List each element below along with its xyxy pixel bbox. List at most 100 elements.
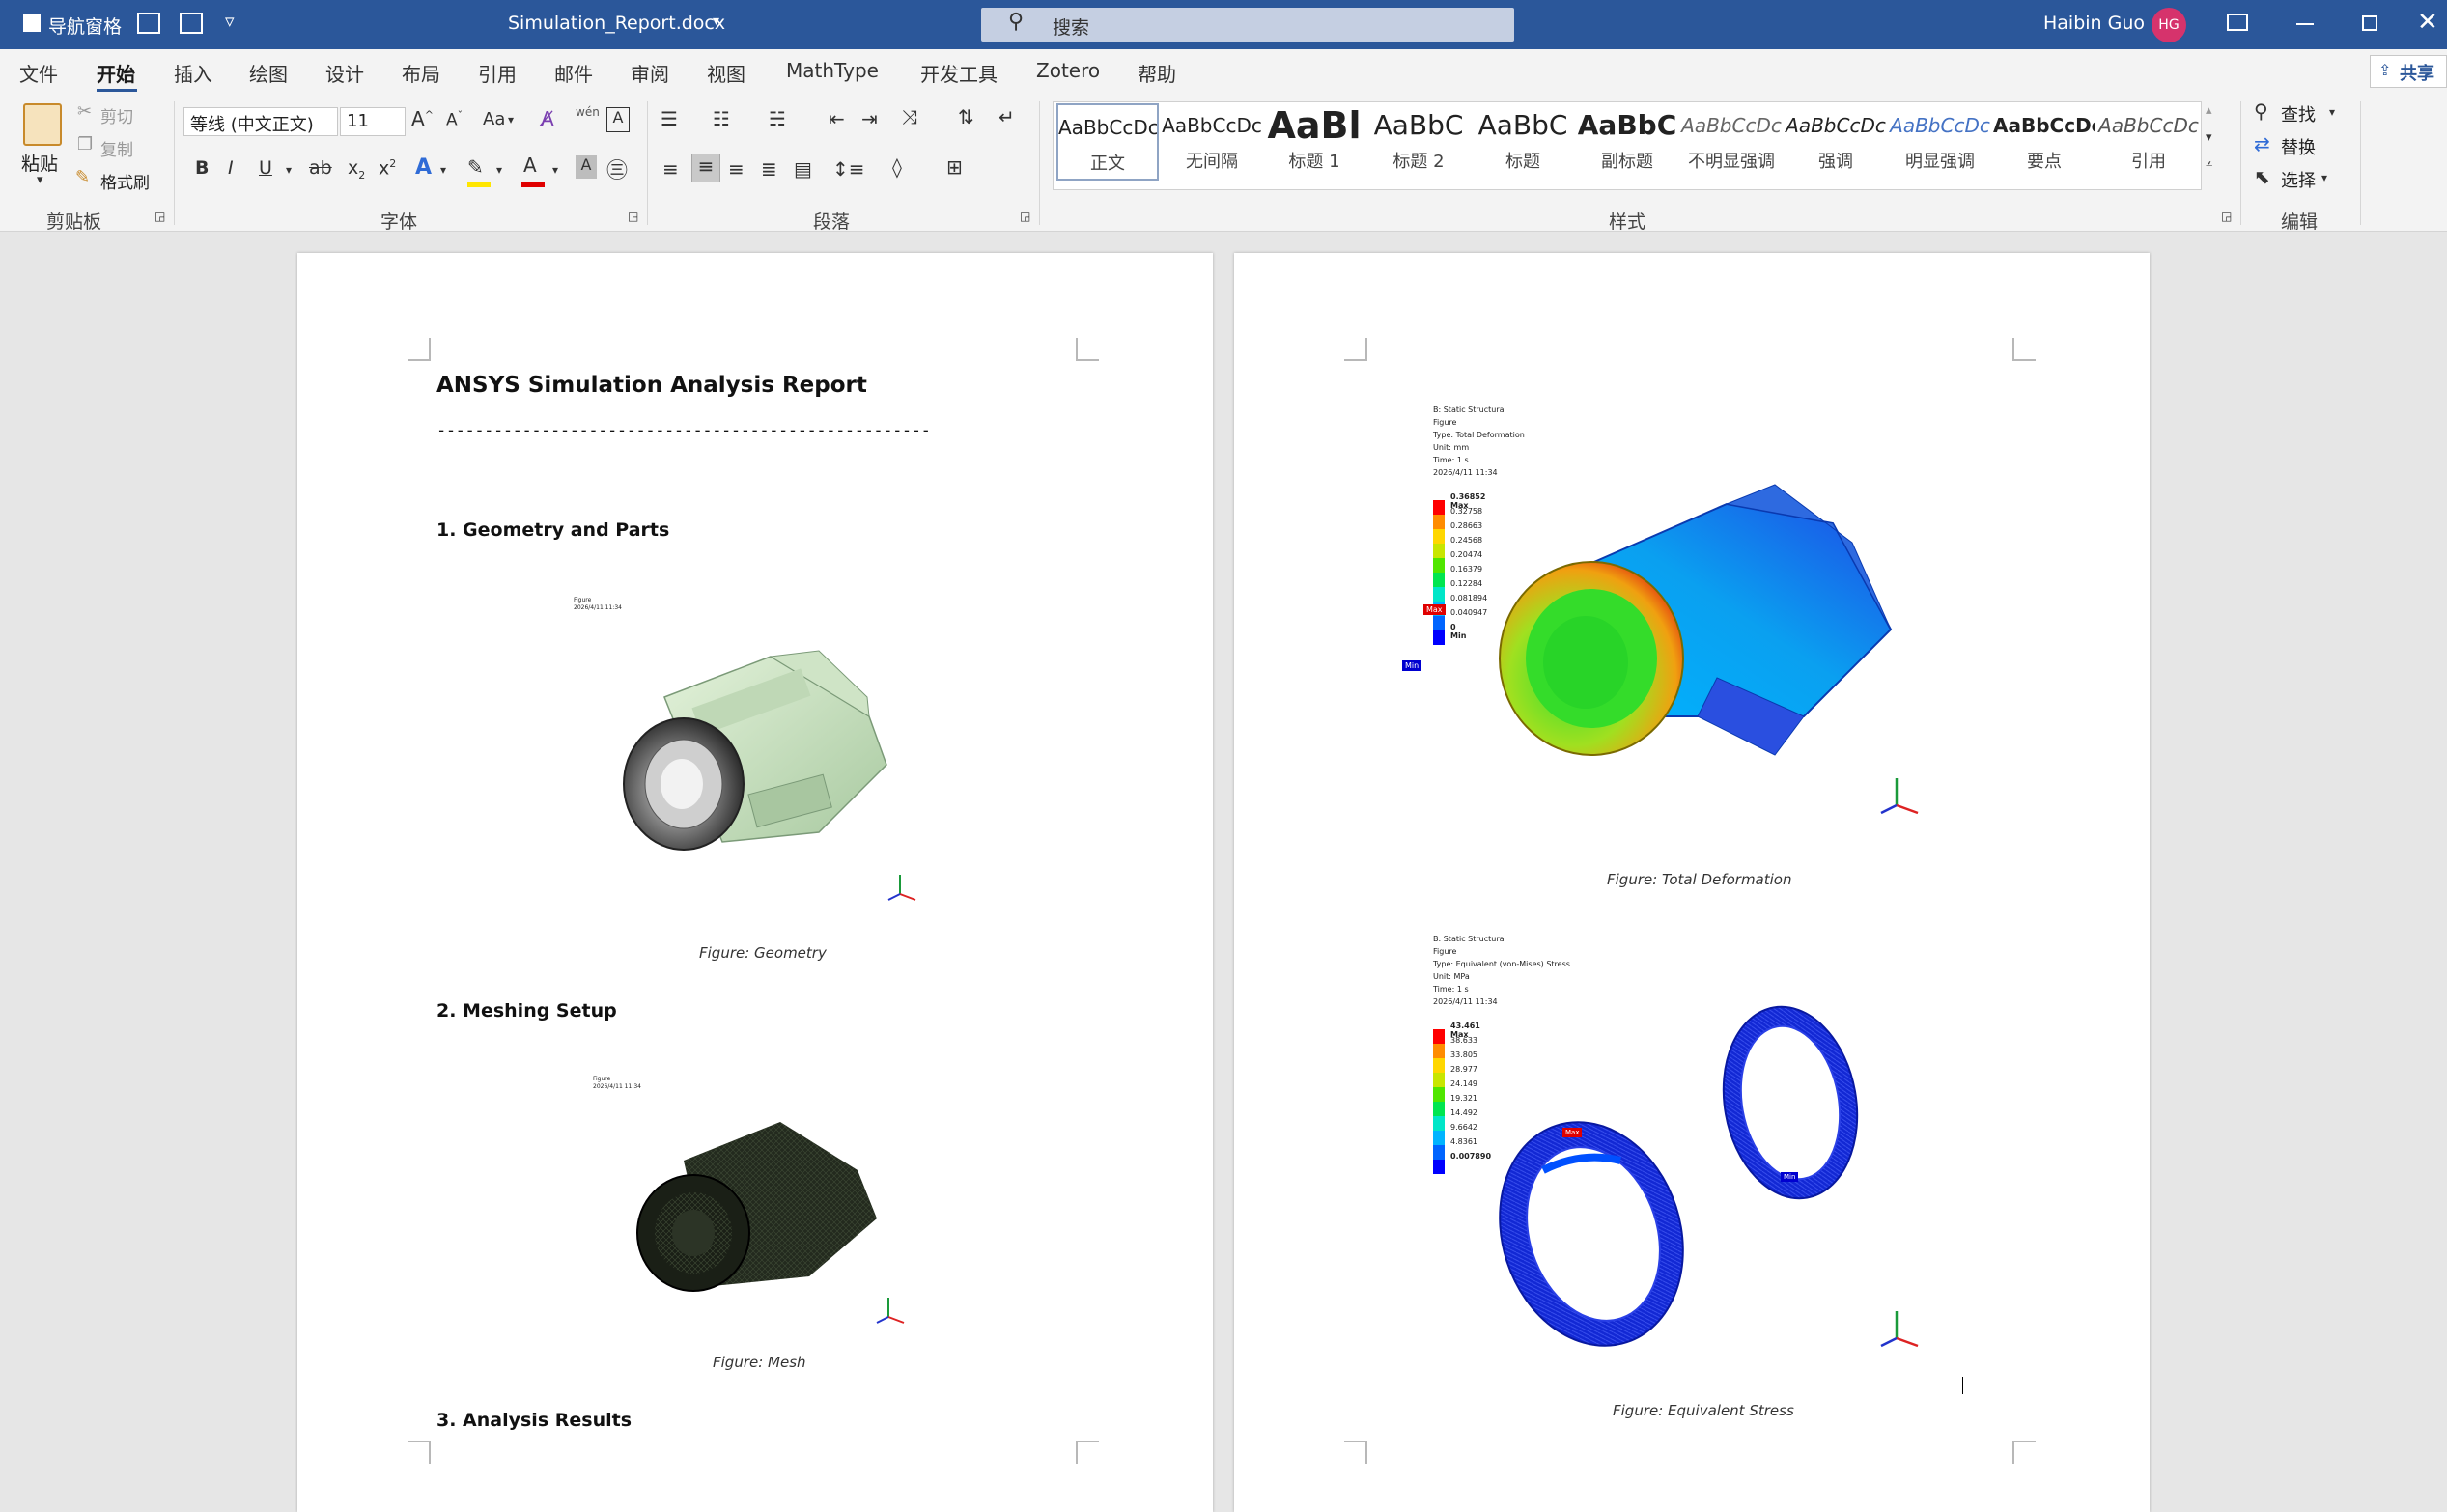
format-painter-icon[interactable]: ✎	[75, 167, 90, 187]
clipboard-launcher-icon[interactable]: ◲	[155, 210, 165, 223]
text-effects-icon[interactable]: A	[415, 155, 432, 180]
nav-pane-checkbox[interactable]	[23, 14, 41, 32]
shrink-font-icon[interactable]: Aˇ	[446, 109, 463, 130]
cut-button[interactable]: 剪切	[100, 103, 133, 127]
style-intense-emphasis[interactable]: AaBbCcDc 明显强调	[1889, 103, 1991, 181]
increase-indent-icon[interactable]: ⇥	[861, 107, 878, 130]
align-right-icon[interactable]: ≡	[728, 157, 745, 181]
character-border-icon[interactable]: A	[606, 107, 630, 132]
style-normal[interactable]: AaBbCcDc 正文	[1056, 103, 1159, 181]
layout-icon[interactable]	[180, 13, 203, 34]
shading-icon[interactable]: ◊	[892, 155, 902, 179]
phonetic-guide-icon[interactable]: wén	[576, 105, 600, 119]
chevron-down-icon[interactable]: ▾	[552, 163, 558, 177]
tab-layout[interactable]: 布局	[402, 59, 440, 87]
divider-line[interactable]: ----------------------------------------…	[436, 421, 931, 440]
figure-caption[interactable]: Figure: Total Deformation	[1607, 871, 1791, 888]
tab-insert[interactable]: 插入	[174, 59, 212, 87]
underline-dropdown-icon[interactable]: ▾	[286, 163, 292, 177]
restore-icon[interactable]	[2362, 15, 2377, 31]
chinese-layout-icon[interactable]: ⤨	[902, 105, 917, 128]
paste-dropdown-icon[interactable]: ▾	[37, 173, 43, 187]
document-page-1[interactable]: ANSYS Simulation Analysis Report -------…	[297, 253, 1213, 1512]
style-subtle-emphasis[interactable]: AaBbCcDc 不明显强调	[1680, 103, 1783, 181]
superscript-icon[interactable]: x2	[379, 157, 396, 179]
subscript-icon[interactable]: x2	[348, 157, 365, 182]
line-spacing-icon[interactable]: ↕≡	[832, 157, 865, 181]
figure-caption[interactable]: Figure: Mesh	[713, 1354, 806, 1371]
tab-file[interactable]: 文件	[19, 59, 58, 87]
user-name[interactable]: Haibin Guo	[2043, 13, 2145, 34]
clear-formatting-icon[interactable]: A̸	[541, 107, 554, 130]
italic-icon[interactable]: I	[228, 157, 234, 179]
cut-icon[interactable]: ✂	[77, 101, 92, 122]
figure-caption[interactable]: Figure: Equivalent Stress	[1613, 1402, 1794, 1419]
copy-icon[interactable]: ❐	[77, 134, 93, 154]
style-no-spacing[interactable]: AaBbCcDc 无间隔	[1161, 103, 1263, 181]
justify-icon[interactable]: ≣	[761, 157, 777, 181]
gallery-more-icon[interactable]: ⩡	[2206, 157, 2212, 172]
font-name-select[interactable]: 等线 (中文正文)	[183, 107, 338, 136]
tab-review[interactable]: 审阅	[631, 59, 669, 87]
chevron-down-icon[interactable]: ▾	[440, 163, 446, 177]
figure-caption[interactable]: Figure: Geometry	[699, 944, 827, 962]
tab-help[interactable]: 帮助	[1138, 59, 1176, 87]
sort-icon[interactable]: ⇅	[958, 105, 974, 128]
mesh-figure[interactable]	[626, 1112, 906, 1305]
style-heading-2[interactable]: AaBbC 标题 2	[1367, 103, 1470, 181]
style-strong[interactable]: AaBbCcDc 要点	[1993, 103, 2095, 181]
tab-mailings[interactable]: 邮件	[554, 59, 593, 87]
decrease-indent-icon[interactable]: ⇤	[829, 107, 845, 130]
replace-button[interactable]: 替换	[2281, 134, 2316, 159]
chevron-down-icon[interactable]: ▾	[713, 14, 719, 29]
font-launcher-icon[interactable]: ◲	[628, 210, 638, 223]
document-name[interactable]: Simulation_Report.docx	[508, 13, 725, 34]
chevron-down-icon[interactable]: ▾	[508, 113, 514, 126]
paste-button[interactable]: 粘贴	[21, 150, 58, 176]
select-button[interactable]: 选择	[2281, 167, 2316, 192]
styles-launcher-icon[interactable]: ◲	[2221, 210, 2232, 223]
align-left-icon[interactable]: ≡	[662, 157, 679, 181]
format-painter-button[interactable]: 格式刷	[100, 169, 150, 193]
find-icon[interactable]: ⚲	[2254, 99, 2268, 123]
document-page-2[interactable]: B: Static Structural Figure Type: Total …	[1234, 253, 2150, 1512]
close-icon[interactable]: ✕	[2417, 8, 2438, 37]
section-heading[interactable]: 3. Analysis Results	[436, 1410, 632, 1431]
avatar[interactable]: HG	[2152, 8, 2186, 42]
tab-design[interactable]: 设计	[325, 59, 364, 87]
tab-developer[interactable]: 开发工具	[920, 59, 998, 87]
enclose-characters-icon[interactable]: ㊂	[606, 154, 628, 184]
tab-view[interactable]: 视图	[707, 59, 745, 87]
style-quote[interactable]: AaBbCcDc 引用	[2097, 103, 2200, 181]
customize-qat-icon[interactable]: ▿	[225, 11, 235, 32]
highlight-icon[interactable]: ✎	[467, 155, 484, 179]
gallery-scroll-down-icon[interactable]: ▾	[2206, 130, 2212, 145]
picture-icon[interactable]	[137, 13, 160, 34]
tab-references[interactable]: 引用	[478, 59, 517, 87]
tab-mathtype[interactable]: MathType	[786, 59, 879, 82]
tab-zotero[interactable]: Zotero	[1036, 59, 1100, 82]
style-subtitle[interactable]: AaBbC 副标题	[1576, 103, 1678, 181]
copy-button[interactable]: 复制	[100, 136, 133, 160]
style-heading-1[interactable]: AaBl 标题 1	[1263, 103, 1365, 181]
total-deformation-figure[interactable]	[1485, 465, 1910, 774]
nav-pane-label[interactable]: 导航窗格	[48, 13, 122, 39]
chevron-down-icon[interactable]: ▾	[496, 163, 502, 177]
change-case-button[interactable]: Aa	[483, 109, 505, 129]
character-shading-icon[interactable]: A	[576, 155, 597, 179]
font-size-select[interactable]: 11	[340, 107, 406, 136]
share-button[interactable]: ⇪ 共享	[2370, 55, 2447, 88]
paste-icon[interactable]	[23, 103, 62, 146]
align-center-icon[interactable]: ≡	[691, 154, 720, 182]
tab-home[interactable]: 开始	[97, 59, 135, 87]
style-emphasis[interactable]: AaBbCcDc 强调	[1785, 103, 1887, 181]
bold-icon[interactable]: B	[195, 157, 209, 179]
bullets-icon[interactable]: ☰	[661, 107, 678, 130]
show-marks-icon[interactable]: ↵	[998, 105, 1015, 128]
tab-draw[interactable]: 绘图	[249, 59, 288, 87]
borders-icon[interactable]: ⊞	[946, 155, 963, 179]
minimize-icon[interactable]	[2296, 23, 2314, 25]
section-heading[interactable]: 1. Geometry and Parts	[436, 519, 669, 541]
chevron-down-icon[interactable]: ▾	[2321, 171, 2327, 184]
ribbon-display-icon[interactable]	[2227, 14, 2248, 31]
